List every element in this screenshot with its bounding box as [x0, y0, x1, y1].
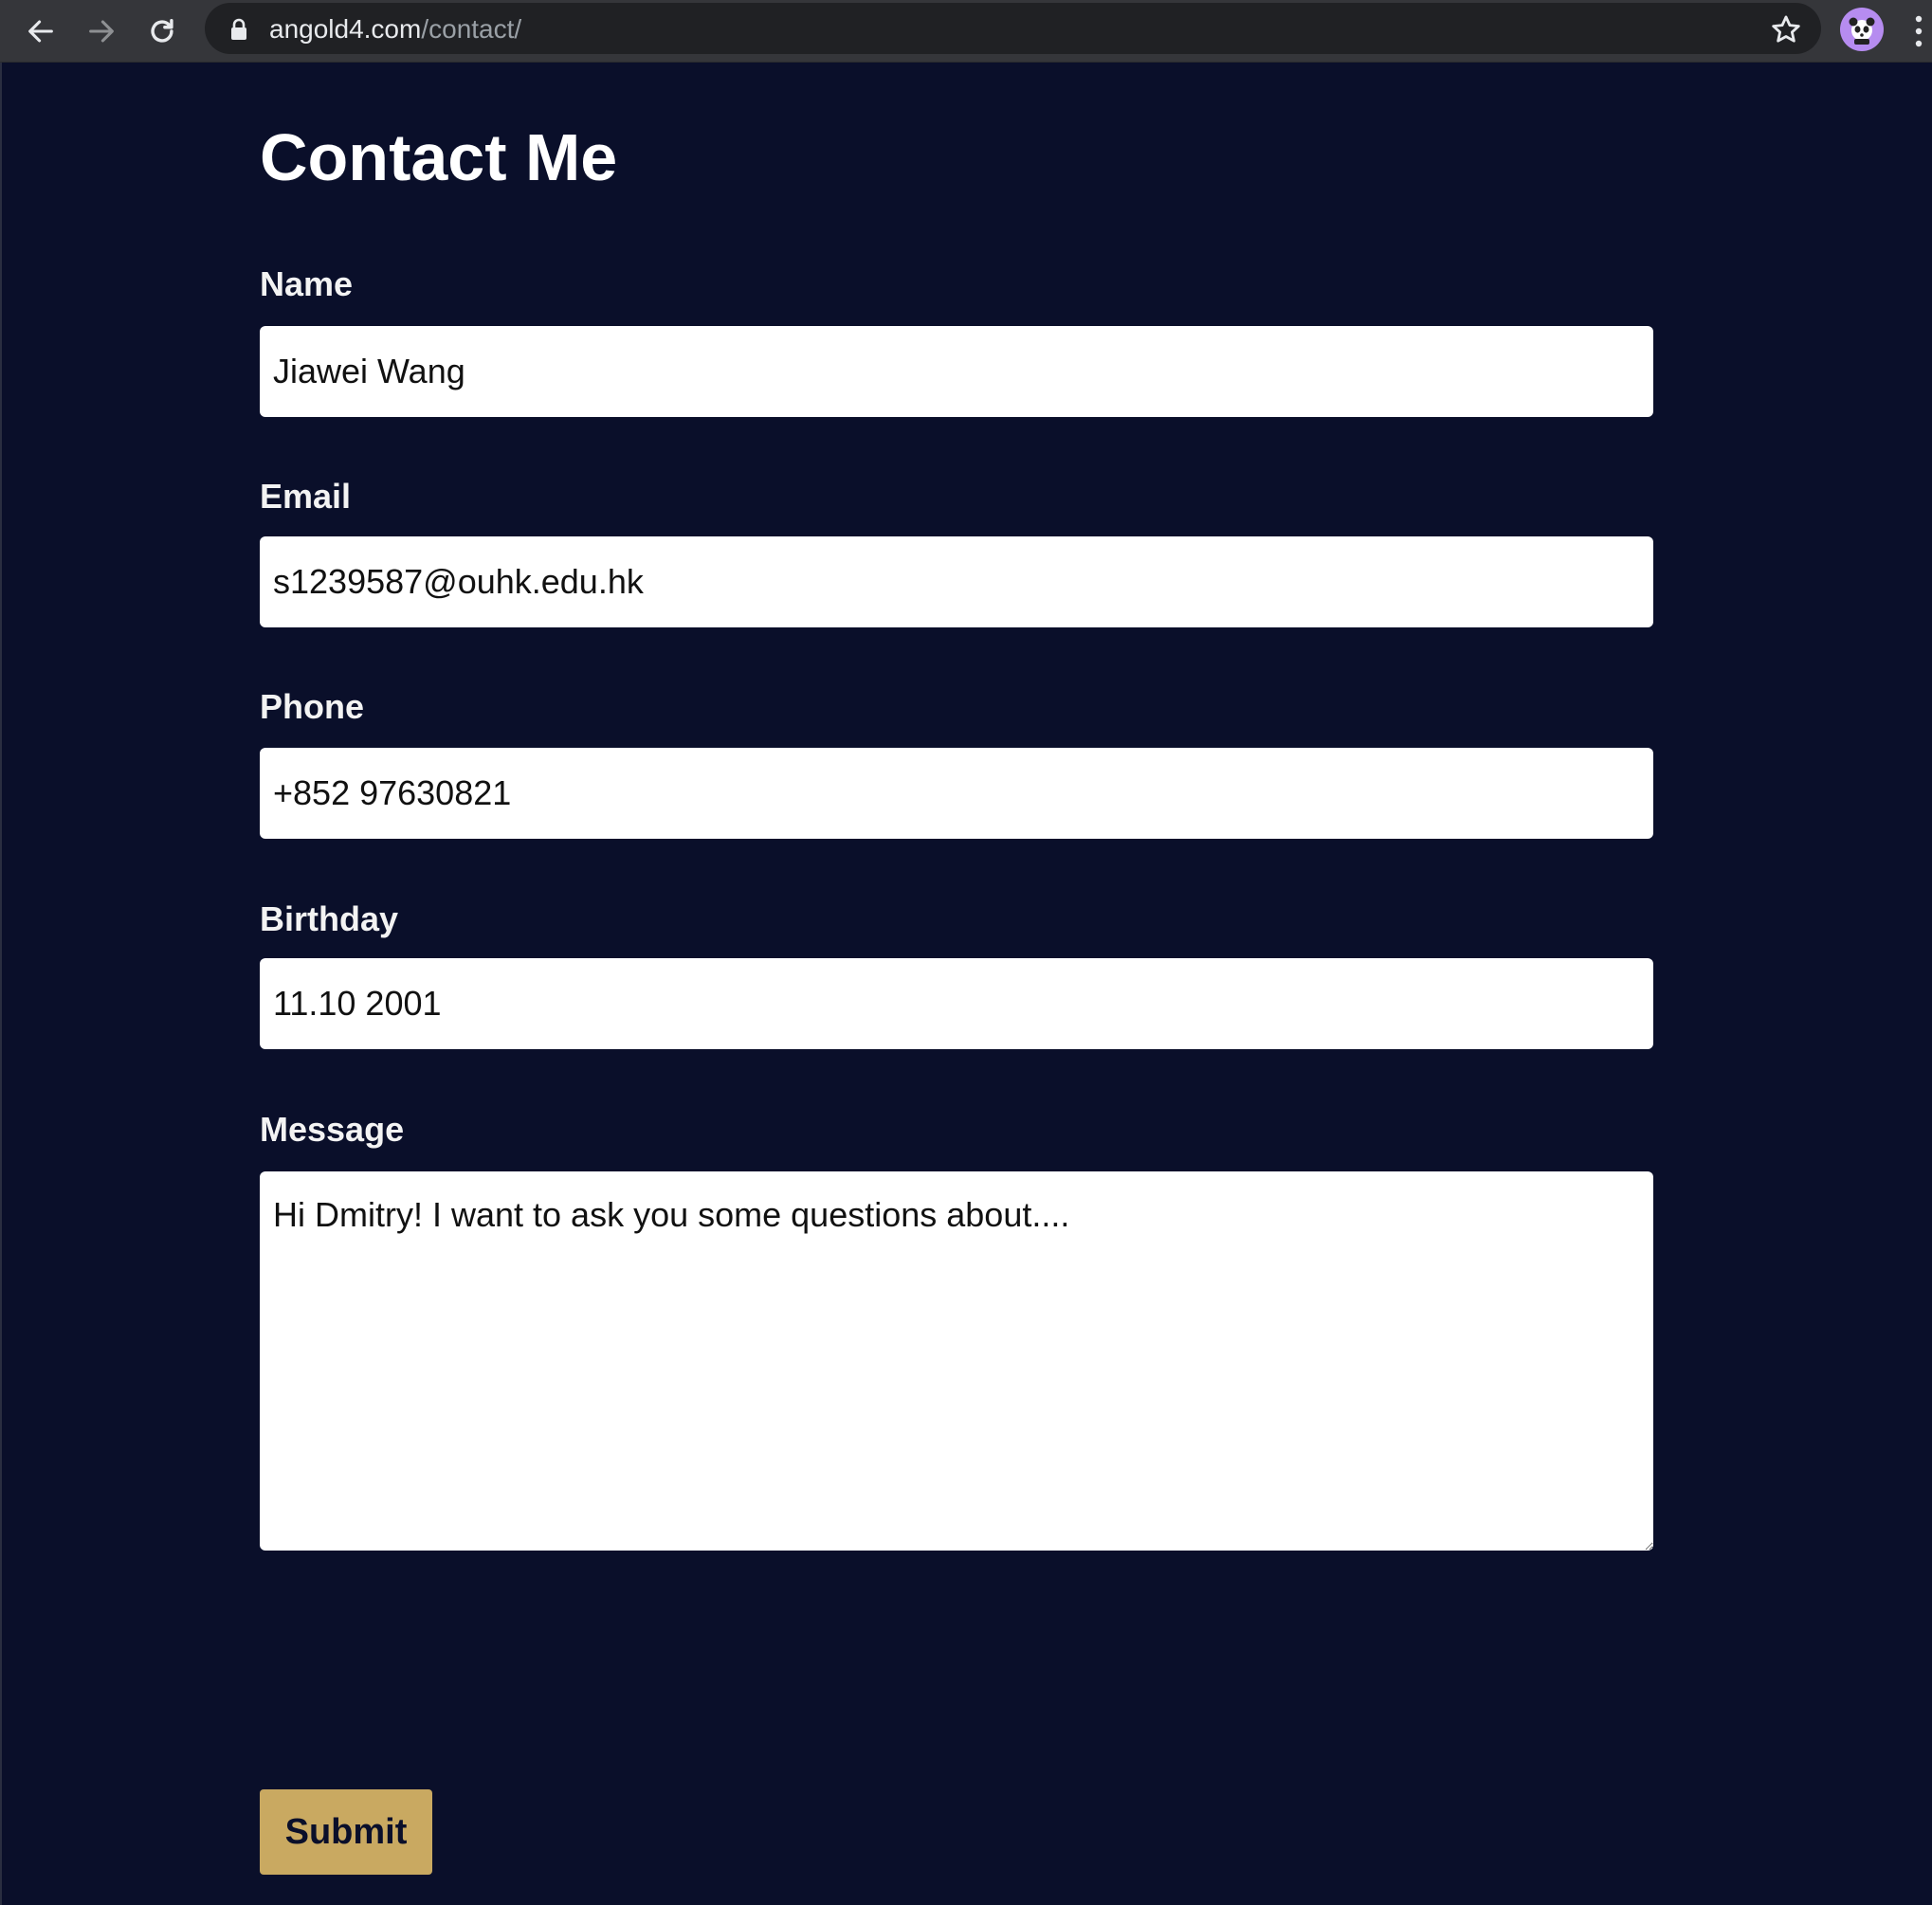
message-label: Message: [260, 1110, 405, 1149]
panda-avatar-icon: [1849, 17, 1875, 45]
url-text[interactable]: angold4.com/contact/: [269, 14, 521, 45]
profile-avatar[interactable]: [1840, 8, 1884, 51]
email-input[interactable]: [260, 536, 1653, 627]
url-host: angold4.com: [269, 14, 422, 44]
name-input[interactable]: [260, 326, 1653, 417]
kebab-menu-icon[interactable]: [1909, 13, 1928, 49]
message-textarea[interactable]: Hi Dmitry! I want to ask you some questi…: [260, 1171, 1653, 1551]
birthday-input[interactable]: [260, 958, 1653, 1049]
arrow-right-icon: [89, 20, 114, 43]
back-button[interactable]: [17, 8, 64, 55]
browser-toolbar: angold4.com/contact/: [0, 0, 1932, 63]
reload-button[interactable]: [138, 8, 186, 55]
birthday-label: Birthday: [260, 899, 399, 938]
name-label: Name: [260, 264, 354, 303]
address-bar[interactable]: angold4.com/contact/: [205, 3, 1821, 54]
forward-button[interactable]: [78, 8, 125, 55]
url-path: /contact/: [421, 14, 522, 44]
email-label: Email: [260, 477, 352, 516]
star-icon[interactable]: [1770, 13, 1802, 45]
page-body: Contact Me Name Email Phone Birthday Mes…: [0, 63, 1932, 1905]
reload-icon: [151, 18, 173, 43]
phone-label: Phone: [260, 687, 365, 726]
page-title: Contact Me: [260, 120, 618, 194]
phone-input[interactable]: [260, 748, 1653, 839]
arrow-left-icon: [28, 20, 53, 43]
submit-button[interactable]: Submit: [260, 1789, 432, 1875]
lock-icon: [231, 18, 246, 40]
